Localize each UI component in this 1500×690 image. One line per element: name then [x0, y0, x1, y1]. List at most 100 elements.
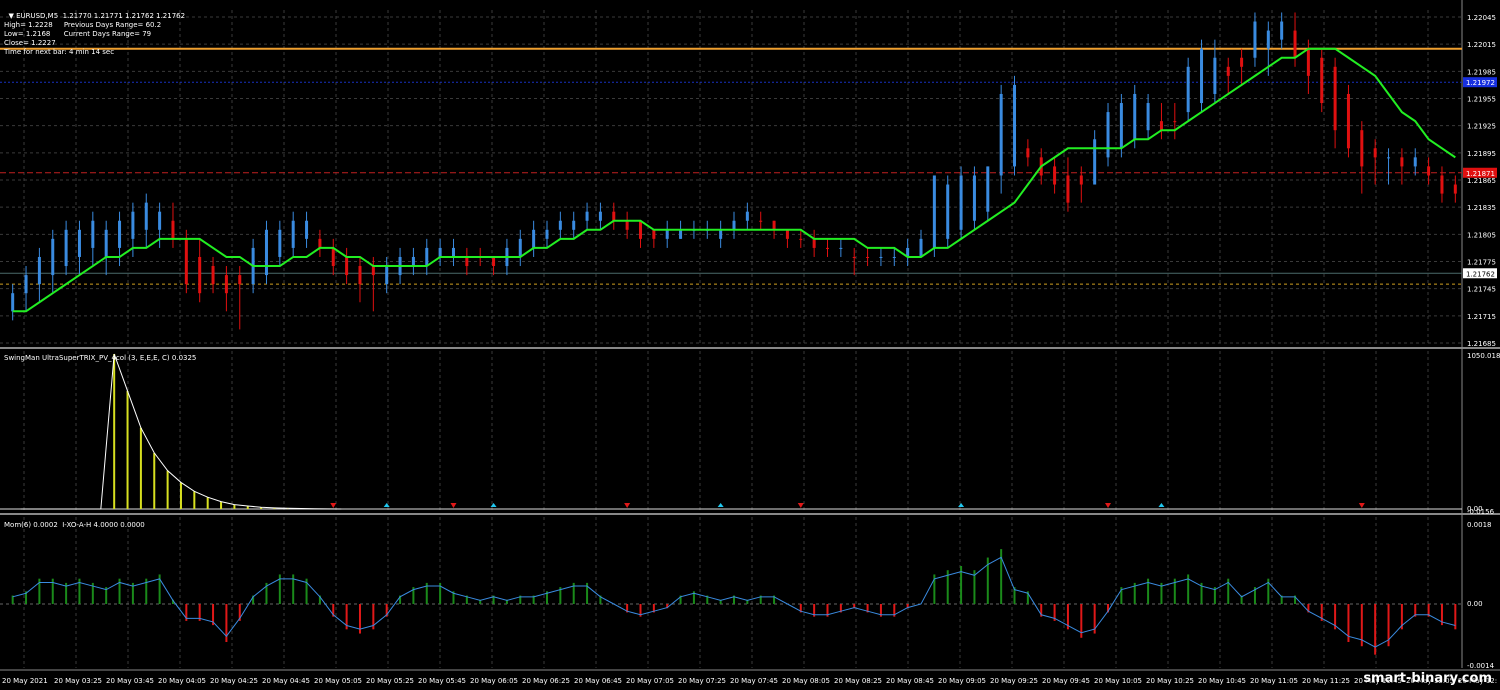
candle-body	[812, 238, 816, 248]
chart-info-panel: ▼ EURUSD,M5 1.21770 1.21771 1.21762 1.21…	[4, 3, 185, 57]
candle-body	[625, 220, 629, 230]
price-tick-label: 1.21865	[1467, 177, 1496, 185]
time-tick-label: 20 May 05:05	[314, 677, 362, 685]
candle-body	[144, 202, 148, 230]
candle-body	[51, 238, 55, 276]
candle-body	[866, 256, 870, 258]
time-tick-label: 20 May 09:25	[990, 677, 1038, 685]
bar-timer-label: Time for next bar: 4 min 14 sec	[4, 48, 115, 56]
candle-body	[1293, 30, 1297, 58]
candle-body	[545, 229, 549, 239]
time-tick-label: 20 May 07:05	[626, 677, 674, 685]
time-tick-label: 20 May 08:45	[886, 677, 934, 685]
candle-body	[318, 238, 322, 248]
candle-body	[438, 247, 442, 257]
watermark: smart-binary.com	[1363, 671, 1492, 686]
candle-body	[839, 247, 843, 249]
candle-body	[972, 175, 976, 221]
candle-body	[879, 256, 883, 258]
candle-body	[385, 266, 389, 285]
candle-body	[986, 166, 990, 212]
candle-body	[1427, 166, 1431, 176]
candle-body	[1146, 103, 1150, 131]
candle-body	[1387, 157, 1391, 159]
curr-range-label: Current Days Range= 79	[63, 30, 152, 38]
candle-body	[665, 229, 669, 239]
candle-body	[532, 229, 536, 248]
candle-body	[158, 211, 162, 230]
candle-body	[1053, 166, 1057, 185]
candle-body	[425, 247, 429, 267]
candle-body	[1119, 103, 1123, 149]
symbol-ohlc-line: ▼ EURUSD,M5 1.21770 1.21771 1.21762 1.21…	[8, 12, 186, 20]
candle-body	[612, 211, 616, 221]
candle-body	[1400, 157, 1404, 167]
time-tick-label: 20 May 2021	[2, 677, 48, 685]
candle-body	[1253, 21, 1257, 58]
blue-level-tag: 1.21972	[1466, 79, 1495, 87]
time-tick-label: 20 May 10:25	[1146, 677, 1194, 685]
candle-body	[892, 256, 896, 258]
candle-body	[492, 256, 496, 267]
candle-body	[1280, 21, 1284, 40]
trix-indicator-label: SwingMan UltraSuperTRIX_PV_4col (3, E,E,…	[4, 354, 197, 362]
candle-body	[732, 220, 736, 230]
momentum-indicator-label: Mom(6) 0.0002 I-XO-A-H 4.0000 0.0000	[4, 521, 145, 529]
prev-range-label: Previous Days Range= 60.2	[63, 21, 162, 29]
time-tick-label: 20 May 08:05	[782, 677, 830, 685]
candle-body	[198, 256, 202, 294]
candle-body	[1079, 175, 1083, 185]
candle-body	[1320, 57, 1324, 104]
time-tick-label: 20 May 07:45	[730, 677, 778, 685]
time-tick-label: 20 May 04:45	[262, 677, 310, 685]
candle-body	[305, 220, 309, 239]
momentum-axis-label: -0.0014	[1467, 662, 1495, 670]
high-label: High= 1.2228	[4, 21, 53, 29]
trading-chart[interactable]: 1.22045 1.22015 1.21985 1.21955 1.21925 1.218…	[0, 0, 1500, 690]
price-tick-label: 1.21955	[1467, 96, 1496, 104]
candle-body	[345, 256, 349, 276]
time-tick-label: 20 May 07:25	[678, 677, 726, 685]
candle-body	[558, 220, 562, 230]
candle-body	[652, 229, 656, 239]
candle-body	[118, 220, 122, 248]
time-tick-label: 20 May 10:05	[1094, 677, 1142, 685]
symbol-label: EURUSD,M5	[16, 12, 59, 20]
candle-body	[184, 238, 188, 285]
time-tick-label: 20 May 03:45	[106, 677, 154, 685]
price-tick-label: 1.21745	[1467, 286, 1496, 294]
momentum-axis-label: 0.00	[1467, 600, 1483, 608]
candle-body	[77, 229, 81, 257]
candle-body	[224, 275, 228, 294]
time-tick-label: 20 May 03:25	[54, 677, 102, 685]
price-tick-label: 1.22015	[1467, 41, 1496, 49]
candle-body	[37, 256, 41, 285]
time-tick-label: 20 May 10:45	[1198, 677, 1246, 685]
candle-body	[572, 220, 576, 230]
candle-body	[638, 220, 642, 239]
candle-body	[1106, 112, 1110, 158]
candle-body	[331, 247, 335, 267]
candle-body	[1360, 130, 1364, 167]
candle-body	[131, 211, 135, 239]
price-tick-label: 1.21985	[1467, 68, 1496, 76]
time-tick-label: 20 May 04:25	[210, 677, 258, 685]
trix-axis-label: -0.0156	[1467, 508, 1495, 516]
time-tick-label: 20 May 06:05	[470, 677, 518, 685]
candle-body	[264, 229, 268, 276]
close-label: Close= 1.2227	[4, 39, 56, 47]
candle-body	[1373, 148, 1377, 158]
candle-body	[1453, 184, 1457, 194]
time-tick-label: 20 May 06:45	[574, 677, 622, 685]
momentum-axis-label: 0.0018	[1467, 521, 1492, 529]
candle-body	[1066, 175, 1070, 203]
candle-body	[1200, 48, 1204, 104]
candle-body	[932, 175, 936, 248]
candle-body	[1333, 66, 1337, 131]
candle-body	[465, 256, 469, 267]
low-label: Low= 1.2168	[4, 30, 51, 38]
time-tick-label: 20 May 04:05	[158, 677, 206, 685]
candle-body	[1266, 30, 1270, 49]
price-tick-label: 1.21925	[1467, 123, 1496, 131]
candle-body	[518, 238, 522, 257]
